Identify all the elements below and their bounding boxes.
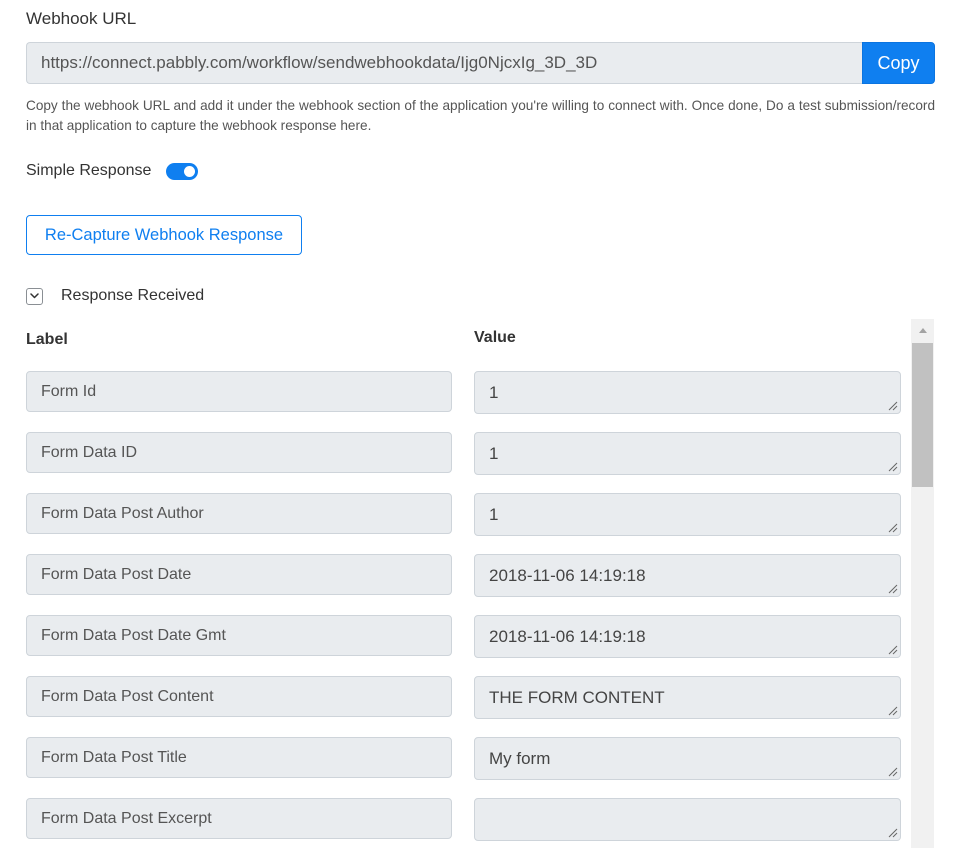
row-label-field: Form Data Post Date Gmt [26,615,452,656]
row-value-text: 2018-11-06 14:19:18 [489,566,646,585]
simple-response-row: Simple Response [26,160,199,182]
row-value-textarea[interactable]: THE FORM CONTENT [474,676,901,719]
row-value-textarea[interactable]: 1 [474,371,901,414]
triangle-up-icon [918,328,927,333]
table-row: Form Data Post Excerpt [26,798,901,859]
row-value-text: 2018-11-06 14:19:18 [489,627,646,646]
label-column-header: Label [26,331,68,348]
row-value-textarea[interactable]: 2018-11-06 14:19:18 [474,615,901,658]
scroll-thumb[interactable] [912,343,933,487]
scrollbar[interactable] [911,319,934,848]
value-column-header: Value [474,329,516,346]
webhook-url-field[interactable]: https://connect.pabbly.com/workflow/send… [26,42,862,84]
row-value-text: THE FORM CONTENT [489,688,665,707]
resize-grip-icon[interactable] [886,521,898,533]
response-received-row: Response Received [26,286,204,306]
simple-response-label: Simple Response [26,162,152,179]
collapse-toggle[interactable] [26,287,43,305]
table-row: Form Data ID 1 [26,432,901,493]
row-label-field: Form Id [26,371,452,412]
table-row: Form Data Post Date 2018-11-06 14:19:18 [26,554,901,615]
resize-grip-icon[interactable] [886,460,898,472]
row-label-field: Form Data Post Content [26,676,452,717]
row-value-textarea[interactable] [474,798,901,841]
resize-grip-icon[interactable] [886,765,898,777]
webhook-url-group: https://connect.pabbly.com/workflow/send… [26,42,935,84]
table-row: Form Data Post Author 1 [26,493,901,554]
row-label-field: Form Data Post Title [26,737,452,778]
row-value-text: 1 [489,444,499,463]
table-row: Form Data Post Date Gmt 2018-11-06 14:19:… [26,615,901,676]
table-row: Form Data Post Content THE FORM CONTENT [26,676,901,737]
chevron-down-icon [30,293,39,299]
row-value-textarea[interactable]: My form [474,737,901,780]
row-value-text: 1 [489,505,499,524]
resize-grip-icon[interactable] [886,399,898,411]
resize-grip-icon[interactable] [886,704,898,716]
response-received-label: Response Received [61,287,205,304]
row-value-textarea[interactable]: 2018-11-06 14:19:18 [474,554,901,597]
scroll-up-button[interactable] [911,319,934,341]
copy-button[interactable]: Copy [862,42,935,84]
toggle-knob [184,165,196,177]
resize-grip-icon[interactable] [886,643,898,655]
row-label-field: Form Data Post Author [26,493,452,534]
row-value-text: 1 [489,383,499,402]
row-label-field: Form Data ID [26,432,452,473]
row-label-field: Form Data Post Date [26,554,452,595]
response-table: Form Id 1 Form Data ID 1 Form Data Post Auth… [26,371,901,859]
webhook-url-title: Webhook URL [26,9,137,28]
simple-response-toggle[interactable] [166,162,199,180]
resize-grip-icon[interactable] [886,826,898,838]
row-label-field: Form Data Post Excerpt [26,798,452,839]
row-value-text: My form [489,749,551,768]
table-row: Form Id 1 [26,371,901,432]
row-value-textarea[interactable]: 1 [474,493,901,536]
recapture-webhook-button[interactable]: Re-Capture Webhook Response [26,215,302,255]
resize-grip-icon[interactable] [886,582,898,594]
webhook-help-text: Copy the webhook URL and add it under th… [26,98,935,133]
row-value-textarea[interactable]: 1 [474,432,901,475]
table-row: Form Data Post Title My form [26,737,901,798]
